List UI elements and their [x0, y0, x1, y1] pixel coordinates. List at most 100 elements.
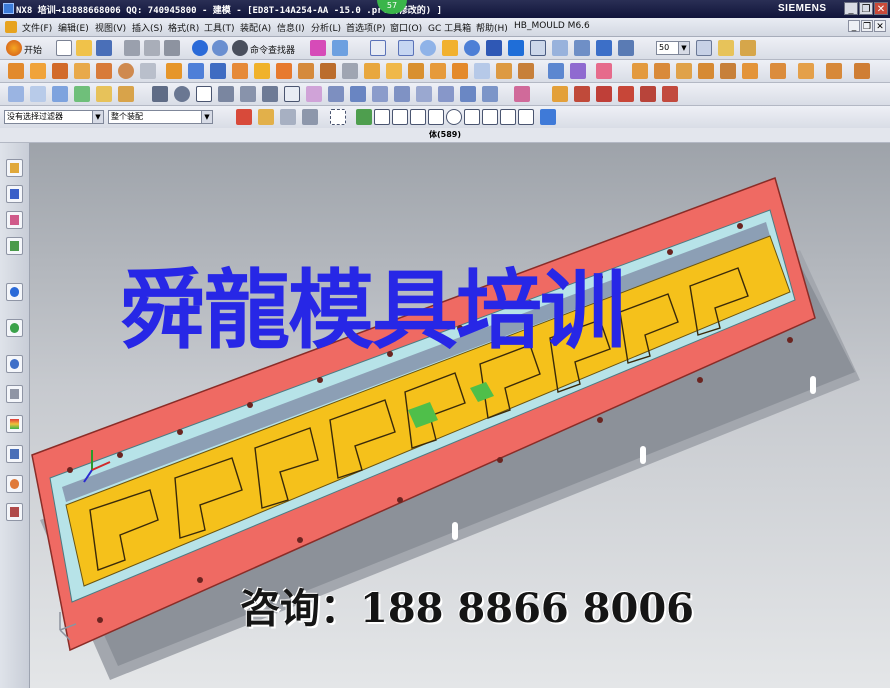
menu-gc-toolbox[interactable]: GC 工具箱: [428, 21, 471, 34]
wireframe-icon[interactable]: [530, 40, 546, 56]
menu-help[interactable]: 帮助(H): [476, 21, 508, 34]
arrow-tool-icon[interactable]: [574, 86, 590, 102]
deselect-icon[interactable]: [302, 109, 318, 125]
extrude-icon[interactable]: [30, 63, 46, 79]
menu-assembly[interactable]: 装配(A): [240, 21, 271, 34]
part-navigator-icon[interactable]: [6, 211, 23, 229]
split-body-icon[interactable]: [342, 63, 358, 79]
snap-midpoint-icon[interactable]: [374, 109, 390, 125]
hd3d-tools-icon[interactable]: [6, 283, 23, 301]
rectangle-sketch-icon[interactable]: [8, 86, 24, 102]
layer-icon[interactable]: [696, 40, 712, 56]
sphere-icon[interactable]: [118, 63, 134, 79]
select-all-icon[interactable]: [280, 109, 296, 125]
redo-icon[interactable]: [212, 40, 228, 56]
point-icon[interactable]: [552, 86, 568, 102]
spline-icon[interactable]: [262, 86, 278, 102]
surface-icon[interactable]: [74, 86, 90, 102]
line-icon[interactable]: [152, 86, 168, 102]
doc-close-button[interactable]: ✕: [874, 20, 886, 32]
offset-curve-icon[interactable]: [306, 86, 322, 102]
menu-insert[interactable]: 插入(S): [132, 21, 163, 34]
shell-icon[interactable]: [276, 63, 292, 79]
patch-icon[interactable]: [496, 63, 512, 79]
rectangle-select-icon[interactable]: [330, 109, 346, 125]
boss-icon[interactable]: [96, 63, 112, 79]
bend-tool-icon[interactable]: [618, 86, 634, 102]
intersect-icon[interactable]: [210, 63, 226, 79]
draft-icon[interactable]: [298, 63, 314, 79]
save-icon[interactable]: [96, 40, 112, 56]
sequence-icon[interactable]: [826, 63, 842, 79]
through-curves-icon[interactable]: [118, 86, 134, 102]
arrangements-icon[interactable]: [854, 63, 870, 79]
arc-icon[interactable]: [174, 86, 190, 102]
history-icon[interactable]: [6, 355, 23, 373]
emboss-icon[interactable]: [452, 63, 468, 79]
body-filter-icon[interactable]: [540, 109, 556, 125]
offset-face-icon[interactable]: [364, 63, 380, 79]
trim-curve-icon[interactable]: [416, 86, 432, 102]
start-icon[interactable]: [6, 40, 22, 56]
start-button[interactable]: 开始: [24, 43, 42, 56]
join-curve-icon[interactable]: [394, 86, 410, 102]
select-tool-icon[interactable]: [310, 40, 326, 56]
sew-icon[interactable]: [474, 63, 490, 79]
new-component-icon[interactable]: [676, 63, 692, 79]
pattern-icon[interactable]: [386, 63, 402, 79]
chamfer-icon[interactable]: [254, 63, 270, 79]
measure-icon[interactable]: [740, 40, 756, 56]
new-file-icon[interactable]: [56, 40, 72, 56]
subtract-icon[interactable]: [188, 63, 204, 79]
snap-existing-point-icon[interactable]: [464, 109, 480, 125]
open-folder-icon[interactable]: [76, 40, 92, 56]
divide-curve-icon[interactable]: [438, 86, 454, 102]
menu-hb-mould[interactable]: HB_MOULD M6.6: [514, 21, 590, 31]
ellipse-icon[interactable]: [240, 86, 256, 102]
section-curve-icon[interactable]: [482, 86, 498, 102]
snap-arc-center-icon[interactable]: [428, 109, 444, 125]
view-orient-icon[interactable]: [552, 40, 568, 56]
snap-pole-icon[interactable]: [518, 109, 534, 125]
layer-settings-icon[interactable]: [596, 40, 612, 56]
extract-geometry-icon[interactable]: [518, 63, 534, 79]
undo-icon[interactable]: [192, 40, 208, 56]
menu-window[interactable]: 窗口(O): [390, 21, 422, 34]
wave-link-icon[interactable]: [742, 63, 758, 79]
iso-view-icon[interactable]: [574, 40, 590, 56]
zoom-icon[interactable]: [398, 40, 414, 56]
menu-info[interactable]: 信息(I): [277, 21, 305, 34]
assembly-constraints-icon[interactable]: [632, 63, 648, 79]
fit-view-icon[interactable]: [370, 40, 386, 56]
trim-body-icon[interactable]: [320, 63, 336, 79]
extract-curve-icon[interactable]: [514, 86, 530, 102]
minimize-button[interactable]: _: [844, 2, 858, 15]
fork-tool-icon[interactable]: [596, 86, 612, 102]
process-studio-icon[interactable]: [6, 415, 23, 433]
snap-endpoint-icon[interactable]: [356, 109, 372, 125]
command-finder-button[interactable]: 命令查找器: [250, 43, 295, 56]
menu-file[interactable]: 文件(F): [22, 21, 52, 34]
explode-view-icon[interactable]: [770, 63, 786, 79]
cylinder-icon[interactable]: [140, 63, 156, 79]
rotate-icon[interactable]: [464, 40, 480, 56]
delete-face-icon[interactable]: [596, 63, 612, 79]
selection-scope-select[interactable]: 整个装配 ▼: [108, 110, 213, 124]
revolve-icon[interactable]: [52, 63, 68, 79]
pan-icon[interactable]: [442, 40, 458, 56]
mirror-assembly-icon[interactable]: [720, 63, 736, 79]
binoculars-icon[interactable]: [232, 40, 248, 56]
constraint-navigator-icon[interactable]: [6, 185, 23, 203]
ruled-surface-icon[interactable]: [96, 86, 112, 102]
manufacturing-wizards-icon[interactable]: [6, 445, 23, 463]
bridge-curve-icon[interactable]: [372, 86, 388, 102]
plane-icon[interactable]: [30, 86, 46, 102]
curve-tool-icon[interactable]: [640, 86, 656, 102]
menu-tools[interactable]: 工具(T): [204, 21, 235, 34]
show-hide-icon[interactable]: [618, 40, 634, 56]
type-filter-select[interactable]: 没有选择过滤器 ▼: [4, 110, 104, 124]
doc-restore-button[interactable]: ❐: [861, 20, 873, 32]
replace-face-icon[interactable]: [570, 63, 586, 79]
reuse-library-icon[interactable]: [6, 237, 23, 255]
ruler-icon[interactable]: [718, 40, 734, 56]
